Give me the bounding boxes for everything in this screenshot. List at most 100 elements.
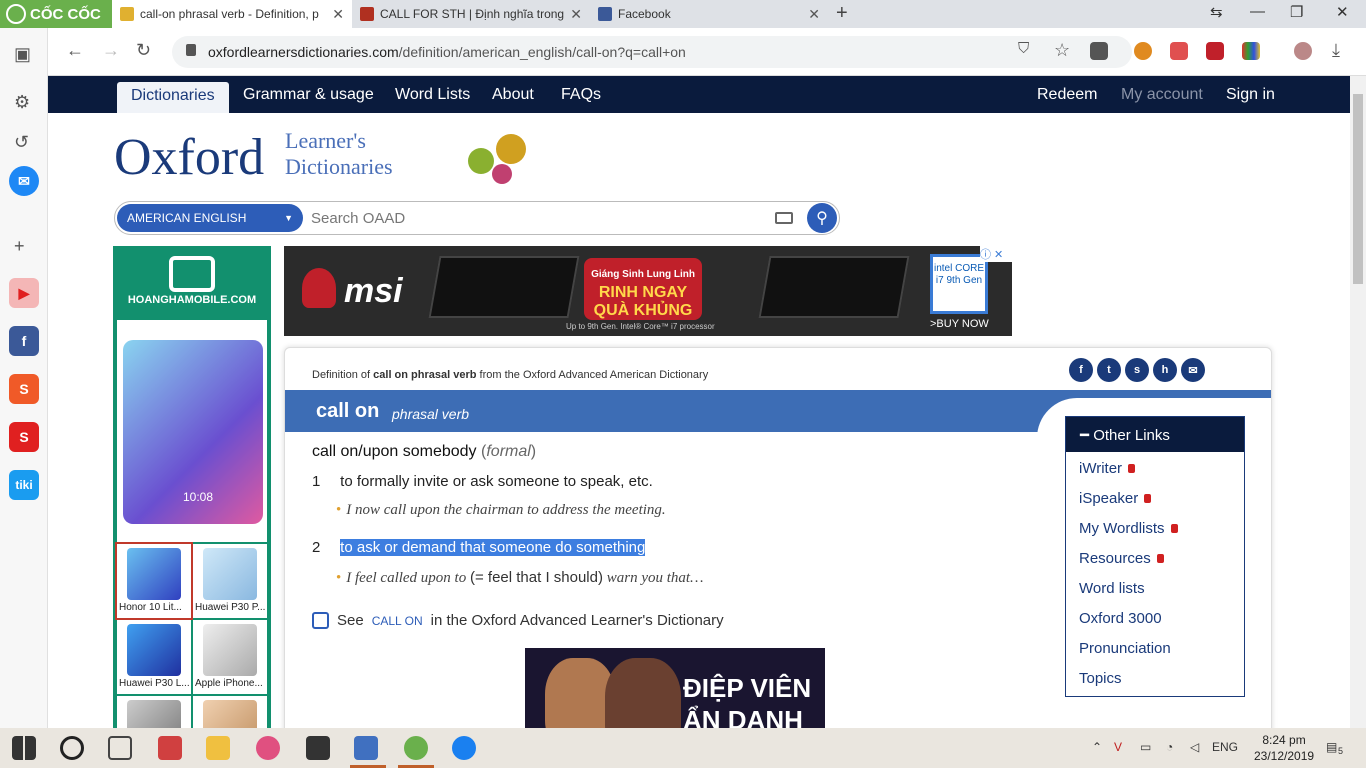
bottom-ad[interactable]: ĐIỆP VIÊN ẨN DANH [525, 648, 825, 728]
settings-gear-icon[interactable]: ⚙ [14, 92, 30, 113]
email-share-icon[interactable]: ✉ [1181, 358, 1205, 382]
add-app-icon[interactable]: + [14, 236, 25, 257]
other-links-header[interactable]: ━ Other Links [1066, 417, 1244, 452]
download-icon[interactable] [1090, 42, 1108, 60]
ad-product[interactable]: Honor 10 Lit... [115, 542, 193, 620]
ad-product[interactable]: Huawei P30 P... [193, 544, 267, 618]
tab-call-on[interactable]: call-on phrasal verb - Definition, p ✕ [112, 0, 352, 28]
app-icon[interactable] [306, 736, 330, 760]
forward-icon[interactable]: → [102, 40, 120, 61]
file-explorer-icon[interactable] [206, 736, 230, 760]
coccoc-taskbar-icon[interactable] [404, 736, 428, 760]
hi5-share-icon[interactable]: h [1153, 358, 1177, 382]
facebook-icon[interactable]: f [9, 326, 39, 356]
maximize-icon[interactable]: ❐ [1290, 3, 1303, 21]
link-pronunciation[interactable]: Pronunciation [1079, 640, 1171, 657]
notifications-icon[interactable]: ▤ [1326, 740, 1337, 754]
battery-icon[interactable]: ▭ [1140, 740, 1151, 754]
ad-phone-image[interactable]: 10:08 [117, 320, 267, 542]
task-view-icon[interactable] [108, 736, 132, 760]
language-indicator[interactable]: ENG [1212, 740, 1238, 754]
extension-icon[interactable] [1134, 42, 1152, 60]
new-tab-icon[interactable]: + [836, 2, 848, 25]
stumbleupon-share-icon[interactable]: s [1125, 358, 1149, 382]
browser-brand[interactable]: CỐC CỐC [0, 0, 112, 28]
see-also-link[interactable]: See CALL ON in the Oxford Advanced Learn… [312, 612, 724, 629]
system-clock[interactable]: 8:24 pm 23/12/2019 [1254, 732, 1314, 764]
sense-number: 1 [312, 473, 321, 490]
nav-about[interactable]: About [492, 86, 534, 104]
tab-facebook[interactable]: Facebook ✕ [590, 0, 828, 28]
ad-product[interactable] [117, 696, 191, 728]
nav-sign-in[interactable]: Sign in [1226, 86, 1275, 104]
cambridge-favicon-icon [360, 7, 374, 21]
search-button[interactable]: ⚲ [807, 203, 837, 233]
close-tab-icon[interactable]: ✕ [570, 6, 582, 23]
nav-faqs[interactable]: FAQs [561, 86, 601, 104]
bookmark-star-icon[interactable]: ☆ [1054, 40, 1070, 61]
left-ad[interactable]: HOANGHAMOBILE.COM 10:08 Honor 10 Lit... … [113, 246, 271, 728]
link-ispeaker[interactable]: iSpeaker [1079, 490, 1152, 507]
link-topics[interactable]: Topics [1079, 670, 1122, 687]
keyboard-icon[interactable] [775, 212, 793, 224]
app-icon[interactable] [354, 736, 378, 760]
sendo-icon[interactable]: S [9, 422, 39, 452]
profile-avatar[interactable] [1294, 42, 1312, 60]
top-banner-ad[interactable]: msi Giáng Sinh Lung Linh RINH NGAY QUÀ K… [284, 246, 1012, 336]
tab-cambridge[interactable]: CALL FOR STH | Định nghĩa trong T ✕ [352, 0, 590, 28]
twitter-share-icon[interactable]: t [1097, 358, 1121, 382]
history-icon[interactable]: ↺ [14, 132, 29, 153]
ad-choices-icon[interactable]: ⓘ ✕ [980, 246, 1012, 262]
address-bar[interactable]: oxfordlearnersdictionaries.com/definitio… [172, 36, 1132, 68]
zalo-icon[interactable] [452, 736, 476, 760]
adblock-icon[interactable] [1170, 42, 1188, 60]
link-word-lists[interactable]: Word lists [1079, 580, 1145, 597]
link-iwriter[interactable]: iWriter [1079, 460, 1136, 477]
tray-chevron-up-icon[interactable]: ⌃ [1092, 740, 1102, 754]
nav-dictionaries[interactable]: Dictionaries [117, 82, 229, 113]
close-tab-icon[interactable]: ✕ [808, 6, 820, 23]
dictionary-select[interactable]: AMERICAN ENGLISH ▼ [117, 204, 303, 232]
reload-icon[interactable]: ↻ [136, 40, 151, 61]
extension-icon[interactable] [1242, 42, 1260, 60]
search-circle-icon[interactable] [60, 736, 84, 760]
buy-now-link[interactable]: >BUY NOW [930, 318, 989, 330]
oxford-logo[interactable]: Oxford [114, 128, 264, 187]
close-tab-icon[interactable]: ✕ [332, 6, 344, 23]
page-scrollbar[interactable] [1350, 76, 1366, 728]
messenger-icon[interactable]: ✉ [9, 166, 39, 196]
restore-tabs-icon[interactable]: ⇆ [1210, 3, 1223, 21]
downloads-arrow-icon[interactable]: ⤓ [1332, 40, 1340, 61]
search-input[interactable]: Search OAAD [311, 210, 405, 227]
youtube-icon[interactable]: ▶ [9, 278, 39, 308]
app-icon[interactable] [256, 736, 280, 760]
nav-word-lists[interactable]: Word Lists [395, 86, 470, 104]
nav-grammar[interactable]: Grammar & usage [243, 86, 374, 104]
nav-my-account[interactable]: My account [1121, 86, 1203, 104]
tiki-icon[interactable]: tiki [9, 470, 39, 500]
scrollbar-thumb[interactable] [1353, 94, 1363, 284]
link-oxford-3000[interactable]: Oxford 3000 [1079, 610, 1162, 627]
link-resources[interactable]: Resources [1079, 550, 1164, 567]
see-word[interactable]: CALL ON [372, 614, 423, 628]
shield-icon[interactable]: ⛉ [1018, 40, 1029, 57]
windows-start-icon[interactable] [12, 736, 36, 760]
sidebar-toggle-icon[interactable]: ▣ [14, 44, 31, 65]
minimize-icon[interactable]: — [1250, 3, 1265, 20]
close-window-icon[interactable]: ✕ [1336, 3, 1349, 21]
app-icon[interactable] [158, 736, 182, 760]
example-text-c: warn you that… [606, 570, 704, 586]
ad-product[interactable]: Apple iPhone... [193, 620, 267, 694]
oxford-favicon-icon [120, 7, 134, 21]
tray-app-icon[interactable]: V [1114, 740, 1122, 754]
facebook-share-icon[interactable]: f [1069, 358, 1093, 382]
wifi-icon[interactable]: ◔ [1166, 740, 1173, 754]
ad-product[interactable]: Huawei P30 L... [117, 620, 191, 694]
back-icon[interactable]: ← [66, 40, 84, 61]
ad-product[interactable] [193, 696, 267, 728]
volume-icon[interactable]: ◁ [1190, 740, 1199, 754]
link-my-wordlists[interactable]: My Wordlists [1079, 520, 1178, 537]
nav-redeem[interactable]: Redeem [1037, 86, 1097, 104]
shopee-icon[interactable]: S [9, 374, 39, 404]
extension-icon[interactable] [1206, 42, 1224, 60]
